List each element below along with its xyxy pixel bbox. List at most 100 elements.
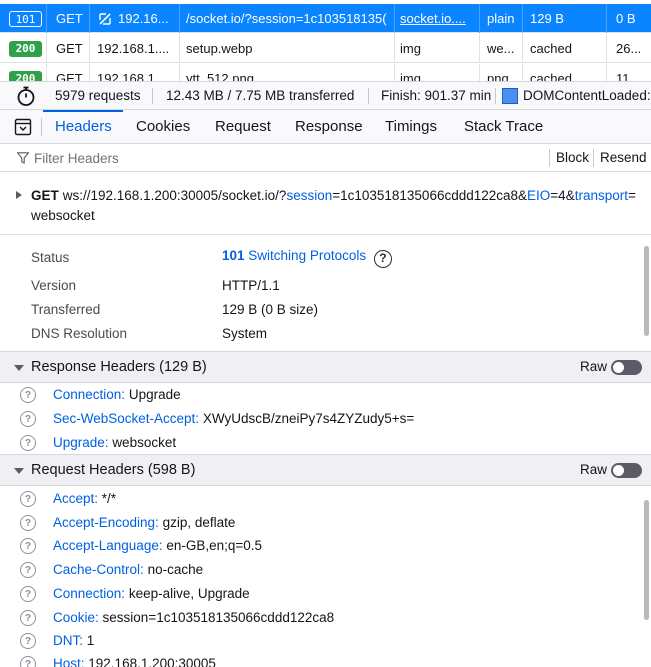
request-size: 11... — [616, 71, 641, 81]
status-badge: 101 — [9, 11, 42, 27]
raw-label: Raw — [580, 359, 608, 374]
panel-scrollbar[interactable] — [644, 246, 649, 336]
header-value: en-GB,en;q=0.5 — [166, 538, 263, 553]
help-icon[interactable]: ? — [20, 633, 36, 649]
response-headers-section[interactable]: Response Headers (129 B) Raw — [0, 351, 651, 383]
raw-label: Raw — [580, 462, 608, 477]
version-label: Version — [31, 278, 77, 293]
request-method: GET — [56, 71, 83, 81]
request-row-socketio[interactable]: 101 GET 192.16... /socket.io/?session=1c… — [0, 4, 651, 33]
help-icon[interactable]: ? — [20, 538, 36, 554]
resend-button[interactable]: Resend — [600, 144, 647, 171]
dns-value: System — [222, 326, 268, 341]
status-badge: 200 — [9, 71, 42, 81]
request-domain: 192.168.1.... — [97, 41, 170, 56]
help-icon[interactable]: ? — [20, 656, 36, 667]
help-icon[interactable]: ? — [20, 387, 36, 403]
request-list: 101 GET 192.16... /socket.io/?session=1c… — [0, 0, 651, 81]
url-base: ws://192.168.1.200:30005/socket.io/? — [62, 188, 287, 203]
finish-time: Finish: 901.37 min — [381, 88, 492, 103]
status-text[interactable]: Switching Protocols — [248, 248, 366, 263]
header-name: DNT: 1 — [53, 633, 95, 648]
help-icon[interactable]: ? — [20, 411, 36, 427]
filter-headers-input[interactable] — [34, 147, 539, 169]
tab-stack-trace[interactable]: Stack Trace — [464, 110, 543, 143]
help-icon[interactable]: ? — [20, 610, 36, 626]
tab-response[interactable]: Response — [295, 110, 363, 143]
response-header-row[interactable]: ? Sec-WebSocket-Accept: XWyUdscB/zneiPy7… — [0, 407, 640, 431]
request-url[interactable]: GET ws://192.168.1.200:30005/socket.io/?s… — [31, 186, 636, 226]
request-row-ytt-png[interactable]: 200 GET 192.168.1.... ytt_512.png img pn… — [0, 64, 651, 81]
header-value: session=1c103518135066cddd122ca8 — [102, 610, 335, 625]
request-type: plain — [487, 11, 515, 26]
help-icon[interactable]: ? — [20, 586, 36, 602]
help-icon[interactable]: ? — [20, 491, 36, 507]
header-value: keep-alive, Upgrade — [128, 586, 250, 601]
header-name: Upgrade: websocket — [53, 435, 177, 450]
url-param-key: EIO — [527, 188, 551, 203]
expand-url-arrow-icon[interactable] — [16, 191, 22, 199]
request-size: 26... — [616, 41, 642, 56]
status-badge: 200 — [9, 41, 42, 57]
request-row-setup-webp[interactable]: 200 GET 192.168.1.... setup.webp img we.… — [0, 34, 651, 63]
help-icon[interactable]: ? — [20, 435, 36, 451]
url-param-key: session — [286, 188, 333, 203]
request-header-row[interactable]: ? Cookie: session=1c103518135066cddd122c… — [0, 606, 640, 630]
request-header-row[interactable]: ? Accept-Encoding: gzip, deflate — [0, 511, 640, 535]
request-header-row[interactable]: ? Cache-Control: no-cache — [0, 558, 640, 582]
request-transferred: cached — [530, 71, 572, 81]
request-file: ytt_512.png — [186, 71, 254, 81]
dom-loaded-swatch — [502, 88, 518, 104]
status-code: 101 — [222, 248, 245, 263]
block-button[interactable]: Block — [556, 144, 589, 171]
header-name: Accept: */* — [53, 491, 117, 506]
request-file: /socket.io/?session=1c103518135( — [186, 11, 387, 26]
tab-headers[interactable]: Headers — [55, 110, 112, 143]
request-header-row[interactable]: ? Connection: keep-alive, Upgrade — [0, 582, 640, 606]
version-value: HTTP/1.1 — [222, 278, 280, 293]
request-transferred: 129 B — [530, 11, 564, 26]
request-headers-title: Request Headers (598 B) — [31, 462, 196, 478]
request-headers-section[interactable]: Request Headers (598 B) Raw — [0, 454, 651, 486]
filter-icon — [17, 152, 29, 164]
raw-toggle[interactable] — [611, 463, 642, 478]
url-param-value: =4& — [550, 188, 575, 203]
raw-toggle[interactable] — [611, 360, 642, 375]
request-domain: 192.16... — [118, 11, 169, 26]
header-name: Sec-WebSocket-Accept: XWyUdscB/zneiPy7s4… — [53, 411, 415, 426]
dns-label: DNS Resolution — [31, 326, 128, 341]
request-initiator[interactable]: socket.io.... — [400, 4, 475, 33]
help-icon[interactable]: ? — [20, 515, 36, 531]
url-param-key: transport — [574, 188, 628, 203]
request-initiator: img — [400, 41, 421, 56]
collapse-caret-icon[interactable] — [14, 365, 24, 371]
request-header-row[interactable]: ? Host: 192.168.1.200:30005 — [0, 652, 640, 667]
header-value: websocket — [112, 435, 177, 450]
url-param-value: =1c103518135066cddd122ca8& — [332, 188, 528, 203]
help-icon[interactable]: ? — [373, 250, 392, 268]
tab-cookies[interactable]: Cookies — [136, 110, 190, 143]
collapse-caret-icon[interactable] — [14, 468, 24, 474]
panel-scrollbar[interactable] — [644, 500, 649, 620]
transferred-label: Transferred — [31, 302, 101, 317]
header-name: Cookie: session=1c103518135066cddd122ca8 — [53, 610, 335, 625]
request-type: png — [487, 71, 509, 81]
tab-request[interactable]: Request — [215, 110, 271, 143]
help-icon[interactable]: ? — [20, 562, 36, 578]
header-value: 1 — [86, 633, 95, 648]
request-count: 5979 requests — [55, 88, 141, 103]
filter-bar: Block Resend — [0, 144, 651, 172]
header-value: */* — [101, 491, 117, 506]
request-header-row[interactable]: ? Accept: */* — [0, 487, 640, 511]
request-header-row[interactable]: ? DNT: 1 — [0, 629, 640, 653]
header-name: Host: 192.168.1.200:30005 — [53, 652, 216, 667]
stopwatch-icon[interactable] — [15, 85, 37, 107]
toggle-panel-icon[interactable] — [14, 118, 32, 136]
tab-timings[interactable]: Timings — [385, 110, 437, 143]
header-value: gzip, deflate — [162, 515, 236, 530]
request-header-row[interactable]: ? Accept-Language: en-GB,en;q=0.5 — [0, 534, 640, 558]
summary-bar: 5979 requests 12.43 MB / 7.75 MB transfe… — [0, 81, 651, 110]
response-header-row[interactable]: ? Connection: Upgrade — [0, 383, 640, 407]
dom-content-loaded: DOMContentLoaded: — [523, 88, 651, 103]
response-header-row[interactable]: ? Upgrade: websocket — [0, 431, 640, 455]
